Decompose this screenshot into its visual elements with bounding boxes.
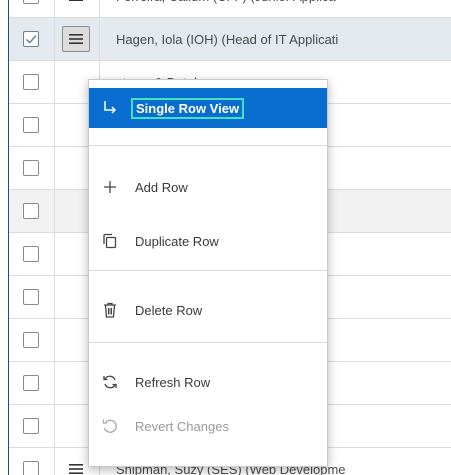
row-checkbox[interactable] [23,160,39,176]
menu-divider [89,145,327,146]
row-menu-button[interactable] [62,456,90,475]
row-checkbox[interactable] [23,332,39,348]
delete-row-item[interactable]: Delete Row [89,290,327,330]
table-row-selected[interactable]: Hagen, Iola (IOH) (Head of IT Applicati [9,18,451,61]
delete-row-label: Delete Row [135,302,203,318]
refresh-row-label: Refresh Row [135,374,211,390]
row-context-menu: Single Row View Add Row Duplicate Row De… [88,79,328,467]
single-row-view-label: Single Row View [130,97,245,119]
menu-icon [69,0,83,1]
row-menu-button-active[interactable] [62,26,90,52]
revert-changes-label: Revert Changes [135,418,229,434]
menu-icon [69,34,83,44]
row-checkbox[interactable] [23,0,39,4]
refresh-row-item[interactable]: Refresh Row [89,362,327,402]
menu-divider [89,342,327,343]
row-checkbox-checked[interactable] [23,31,39,47]
row-name-cell[interactable]: Hagen, Iola (IOH) (Head of IT Applicati [100,18,451,60]
row-checkbox[interactable] [23,117,39,133]
table-row[interactable]: Ferreira, Callum (CFF) (Junior Applica [9,0,451,18]
row-checkbox[interactable] [23,418,39,434]
row-menu-button[interactable] [62,0,90,9]
plus-icon [101,178,119,196]
grid-frame: Ferreira, Callum (CFF) (Junior Applica H… [0,0,451,475]
row-checkbox[interactable] [23,375,39,391]
single-row-view-item[interactable]: Single Row View [89,88,327,128]
duplicate-row-item[interactable]: Duplicate Row [89,221,327,261]
row-checkbox[interactable] [23,289,39,305]
row-checkbox[interactable] [23,74,39,90]
copy-icon [101,232,119,250]
row-checkbox[interactable] [23,461,39,475]
revert-changes-item[interactable]: Revert Changes [89,406,327,446]
trash-icon [101,301,119,319]
row-checkbox[interactable] [23,203,39,219]
row-checkbox[interactable] [23,246,39,262]
add-row-item[interactable]: Add Row [89,167,327,207]
menu-icon [69,464,83,474]
undo-icon [101,417,119,435]
add-row-label: Add Row [135,179,188,195]
row-name-cell[interactable]: Ferreira, Callum (CFF) (Junior Applica [100,0,451,17]
duplicate-row-label: Duplicate Row [135,233,219,249]
arrow-turn-down-right-icon [101,99,119,117]
menu-divider [89,270,327,271]
refresh-icon [101,373,119,391]
checkmark-icon [25,35,37,44]
